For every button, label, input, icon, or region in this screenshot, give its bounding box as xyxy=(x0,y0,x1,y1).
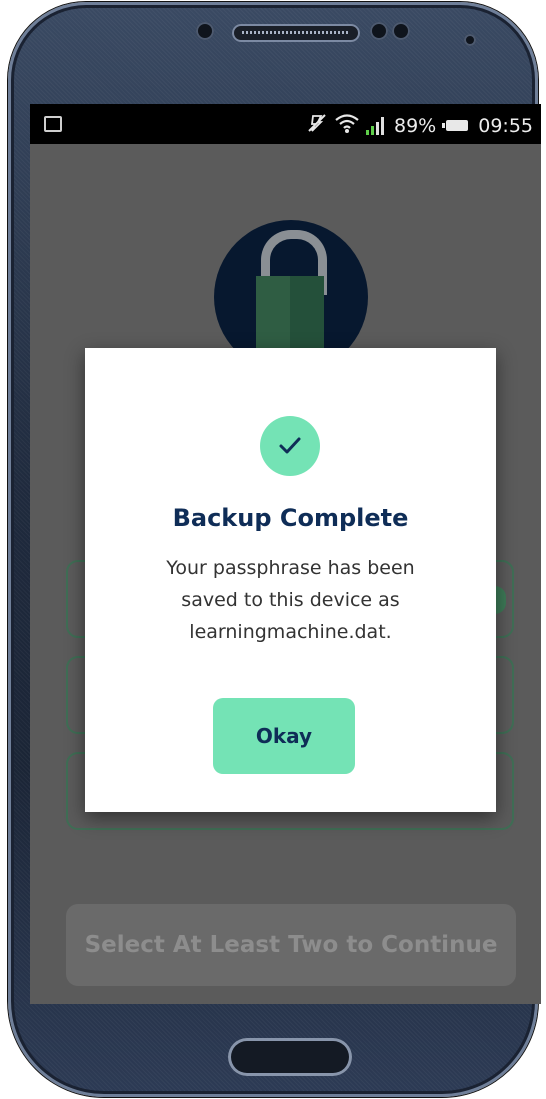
screen: 89% 09:55 Select At Least Two to Continu… xyxy=(30,104,541,1004)
earpiece-speaker xyxy=(232,24,360,42)
signal-icon xyxy=(366,116,384,135)
front-camera xyxy=(464,34,476,46)
padlock-body xyxy=(256,276,324,348)
continue-button: Select At Least Two to Continue xyxy=(66,904,516,986)
status-bar: 89% 09:55 xyxy=(30,104,541,144)
checkmark-icon xyxy=(260,416,320,476)
dialog-message-line: Your passphrase has been xyxy=(166,557,415,579)
gallery-icon xyxy=(44,116,62,132)
proximity-sensor xyxy=(370,22,388,40)
front-sensor xyxy=(196,22,214,40)
okay-button[interactable]: Okay xyxy=(213,698,355,774)
light-sensor xyxy=(392,22,410,40)
battery-icon xyxy=(442,120,469,131)
clock: 09:55 xyxy=(478,114,533,137)
mute-icon xyxy=(306,112,328,139)
dialog-message-line: learningmachine.dat. xyxy=(189,621,392,643)
backup-complete-dialog: Backup Complete Your passphrase has been… xyxy=(85,348,496,812)
battery-percent: 89% xyxy=(394,114,437,137)
dialog-message: Your passphrase has been saved to this d… xyxy=(125,552,456,648)
dialog-message-line: saved to this device as xyxy=(181,589,400,611)
home-button[interactable] xyxy=(228,1038,352,1076)
dialog-title: Backup Complete xyxy=(172,504,409,532)
wifi-icon xyxy=(334,112,360,139)
status-icons: 89% 09:55 xyxy=(306,112,533,139)
